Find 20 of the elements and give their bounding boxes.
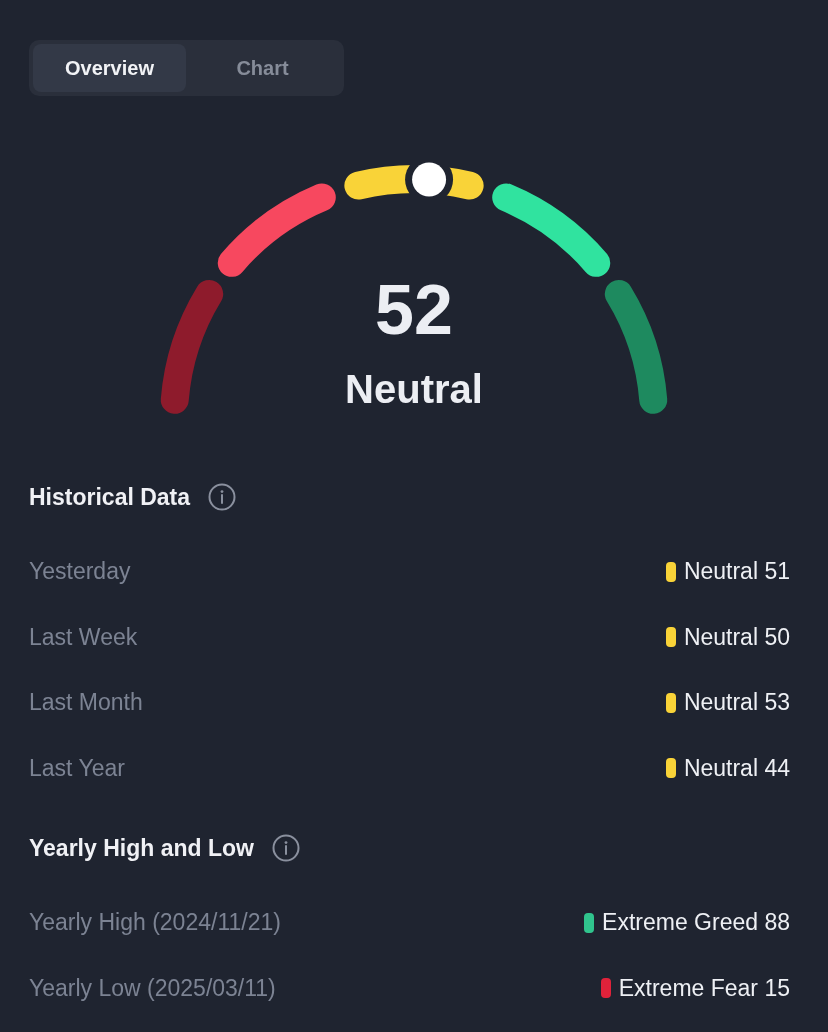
tab[interactable]: Chart [186, 44, 339, 92]
row-label: Yearly Low (2025/03/11) [29, 974, 276, 1002]
info-icon[interactable] [271, 834, 300, 862]
section-title: Yearly High and Low [29, 834, 254, 863]
row-reading: Neutral 51 [683, 558, 790, 586]
gauge-value: 52 [375, 271, 453, 349]
gauge-label: Neutral [345, 366, 483, 412]
row-label: Last Week [29, 623, 138, 651]
row-reading: Extreme Greed 88 [602, 909, 790, 937]
row-reading: Neutral 53 [683, 689, 790, 717]
row-reading: Extreme Fear 15 [618, 974, 790, 1002]
row-label: Last Month [29, 689, 143, 717]
info-icon[interactable] [208, 483, 237, 511]
row-reading: Neutral 44 [683, 754, 790, 782]
row-label: Yesterday [29, 558, 131, 586]
row-reading: Neutral 50 [683, 623, 790, 651]
tab[interactable]: Overview [33, 44, 186, 92]
section-title: Historical Data [29, 483, 191, 512]
row-label: Last Year [29, 754, 125, 782]
row-label: Yearly High (2024/11/21) [29, 909, 281, 937]
